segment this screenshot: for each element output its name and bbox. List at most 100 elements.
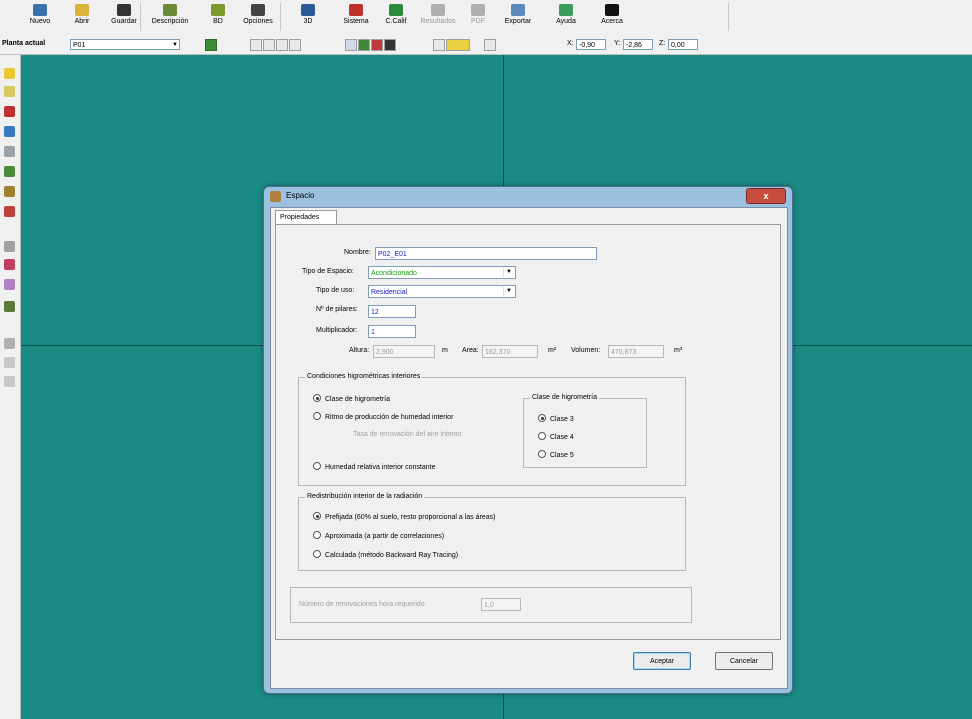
descripci-n-button[interactable]: Descripción [148, 2, 192, 34]
x-coordinate-field[interactable]: -0,90 [576, 39, 606, 50]
tool-floor-icon[interactable] [4, 86, 15, 97]
tipo-uso-select[interactable]: Residencial ▼ [368, 285, 516, 298]
radio-label: Calculada (método Backward Ray Tracing) [325, 552, 459, 559]
radio-label: Clase 5 [550, 452, 574, 459]
toolbar-button-label: Abrir [74, 18, 90, 25]
tool-shading-icon[interactable] [4, 301, 15, 312]
exportar-button[interactable]: Exportar [496, 2, 540, 34]
toolbar-button-label: Acerca [601, 18, 623, 25]
sistema-button[interactable]: Sistema [334, 2, 378, 34]
planta-select[interactable]: P01 ▼ [70, 39, 180, 50]
y-coordinate-field[interactable]: -2,86 [623, 39, 653, 50]
radio-empty-icon [313, 462, 321, 470]
zoom-window-icon[interactable] [276, 39, 288, 51]
y-value: -2,86 [626, 42, 642, 49]
volumen-value: 470,873 [611, 349, 637, 356]
pilares-input[interactable]: 12 [368, 305, 416, 318]
tool-roof-icon[interactable] [4, 186, 15, 197]
tool-house-icon[interactable] [4, 206, 15, 217]
espacio-dialog: Espacio x Propiedades Nombre: P02_E01 Ti… [263, 186, 793, 694]
chevron-down-icon: ▼ [503, 268, 514, 277]
toolbar-separator [280, 3, 281, 31]
pdf-button[interactable]: PDF [456, 2, 500, 34]
radio-calculada[interactable]: Calculada (método Backward Ray Tracing) [313, 550, 458, 561]
view-a-icon[interactable] [345, 39, 357, 51]
radio-clase-5[interactable]: Clase 5 [538, 450, 574, 461]
dialog-titlebar[interactable]: Espacio x [264, 187, 792, 207]
renovaciones-input: 1,0 [481, 598, 521, 611]
tool-space-icon[interactable] [4, 106, 15, 117]
tool-angle-icon[interactable] [4, 279, 15, 290]
view-d-icon[interactable] [384, 39, 396, 51]
acerca-button[interactable]: Acerca [590, 2, 634, 34]
altura-label: Altura: [349, 347, 370, 354]
z-coordinate-field[interactable]: 0,00 [668, 39, 698, 50]
grid-icon[interactable] [433, 39, 445, 51]
tool-plan-icon[interactable] [4, 68, 15, 79]
radio-selected-icon [313, 512, 321, 520]
tipo-uso-label: Tipo de uso: [316, 287, 355, 294]
altura-value: 2,900 [376, 349, 394, 356]
tool-orientation-icon[interactable] [4, 146, 15, 157]
tasa-renovacion-label: Tasa de renovación del aire interior [353, 431, 462, 438]
toolbar-button-label: 3D [303, 18, 313, 25]
radio-prefijada[interactable]: Prefijada (60% al suelo, resto proporcio… [313, 512, 495, 523]
3d-button[interactable]: 3D [286, 2, 330, 34]
multiplicador-input[interactable]: 1 [368, 325, 416, 338]
tool-window-icon[interactable] [4, 126, 15, 137]
multiplicador-value: 1 [371, 329, 375, 336]
tool-exit-icon[interactable] [4, 376, 15, 387]
radio-empty-icon [313, 531, 321, 539]
crosshair-icon[interactable] [484, 39, 496, 51]
cancelar-button[interactable]: Cancelar [715, 652, 773, 670]
chevron-down-icon: ▼ [172, 42, 178, 48]
zoom-extents-icon[interactable] [289, 39, 301, 51]
radio-clase-3[interactable]: Clase 3 [538, 414, 574, 425]
toolbar-button-label: Sistema [343, 18, 369, 25]
higro-group-title: Condiciones higrométricas interiores [305, 372, 423, 382]
radio-ritmo-humedad[interactable]: Ritmo de producción de humedad interior [313, 412, 453, 423]
resultados-button[interactable]: Resultados [416, 2, 460, 34]
x-label: X: [567, 40, 574, 47]
c-calif-button[interactable]: C.Calif [374, 2, 418, 34]
open-folder-icon [75, 4, 89, 16]
help-globe-icon [559, 4, 573, 16]
nuevo-button[interactable]: Nuevo [18, 2, 62, 34]
tool-person-icon[interactable] [4, 338, 15, 349]
zoom-icon[interactable] [263, 39, 275, 51]
options-arrow-icon [251, 4, 265, 16]
save-disk-icon [117, 4, 131, 16]
higro-group: Condiciones higrométricas interiores Cla… [298, 372, 686, 486]
bd-button[interactable]: BD [196, 2, 240, 34]
ayuda-button[interactable]: Ayuda [544, 2, 588, 34]
dialog-body: Propiedades Nombre: P02_E01 Tipo de Espa… [270, 207, 788, 689]
radio-clase-higrometria[interactable]: Clase de higrometría [313, 394, 390, 405]
abrir-button[interactable]: Abrir [60, 2, 104, 34]
pan-hand-icon[interactable] [250, 39, 262, 51]
aceptar-button[interactable]: Aceptar [633, 652, 691, 670]
tab-propiedades[interactable]: Propiedades [275, 210, 337, 225]
volumen-unit: m³ [674, 347, 683, 354]
radio-selected-icon [313, 394, 321, 402]
tool-line-icon[interactable] [4, 241, 15, 252]
nombre-input[interactable]: P02_E01 [375, 247, 597, 260]
volumen-field: 470,873 [608, 345, 664, 358]
tool-wall-icon[interactable] [4, 166, 15, 177]
tree-icon[interactable] [205, 39, 217, 51]
tool-circle-icon[interactable] [4, 357, 15, 368]
ruler-icon[interactable] [446, 39, 470, 51]
close-button[interactable]: x [746, 188, 786, 204]
area-value: 162,370 [485, 349, 511, 356]
radio-label: Clase de higrometría [325, 396, 390, 403]
tipo-espacio-select[interactable]: Acondicionado ▼ [368, 266, 516, 279]
main-toolbar: Nuevo Abrir Guardar Descripción BD Opciones 3D… [0, 0, 972, 37]
toolbar-button-label: Nuevo [29, 18, 51, 25]
view-c-icon[interactable] [371, 39, 383, 51]
radio-aproximada[interactable]: Aproximada (a partir de correlaciones) [313, 531, 444, 542]
view-b-icon[interactable] [358, 39, 370, 51]
radio-label: Humedad relativa interior constante [325, 464, 436, 471]
radio-clase-4[interactable]: Clase 4 [538, 432, 574, 443]
radio-humedad-relativa[interactable]: Humedad relativa interior constante [313, 462, 436, 473]
opciones-button[interactable]: Opciones [236, 2, 280, 34]
tool-diagonal-icon[interactable] [4, 259, 15, 270]
